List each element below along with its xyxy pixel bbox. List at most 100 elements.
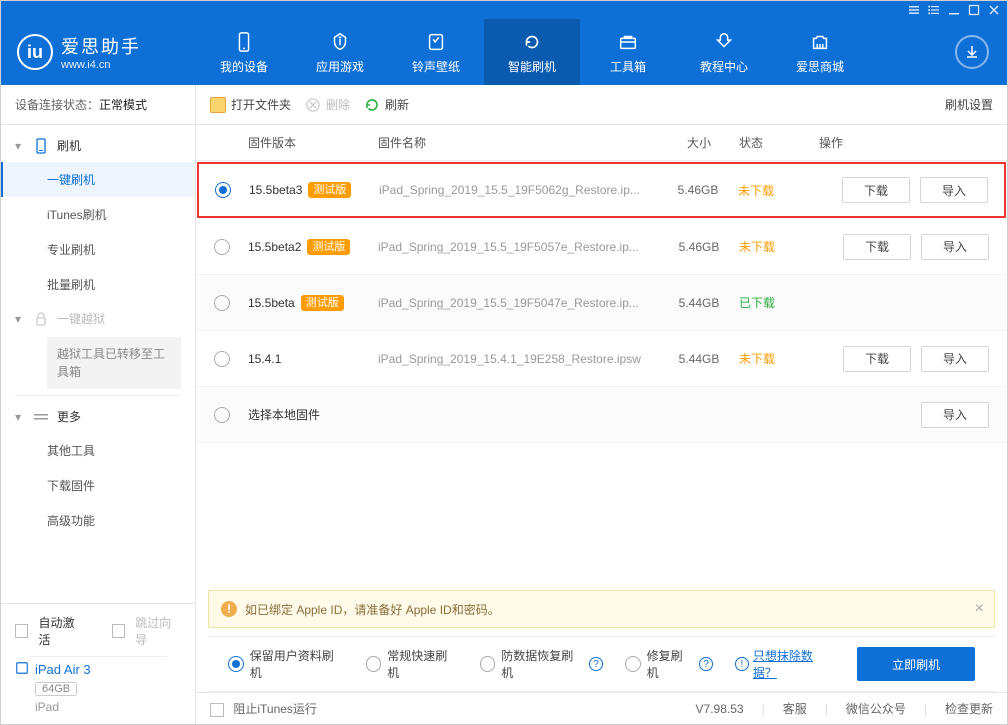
table-header: 固件版本 固件名称 大小 状态 操作 [196, 125, 1007, 161]
radio[interactable] [480, 656, 496, 672]
nav-5[interactable]: 教程中心 [676, 19, 772, 85]
folder-icon [210, 97, 226, 113]
col-status: 状态 [739, 134, 819, 151]
device-type: iPad [15, 700, 181, 714]
firmware-row[interactable]: 15.4.1iPad_Spring_2019_15.4.1_19E258_Res… [196, 331, 1007, 387]
close-notice-icon[interactable]: × [975, 600, 984, 618]
firmware-name: iPad_Spring_2019_15.5_19F5047e_Restore.i… [378, 296, 659, 310]
nav-3[interactable]: 智能刷机 [484, 19, 580, 85]
refresh-button[interactable]: 刷新 [364, 96, 409, 113]
nav-0[interactable]: 我的设备 [196, 19, 292, 85]
block-itunes-label: 阻止iTunes运行 [233, 702, 317, 716]
list-icon[interactable] [927, 3, 941, 17]
nav-1[interactable]: 应用游戏 [292, 19, 388, 85]
sidebar-item[interactable]: iTunes刷机 [1, 197, 195, 232]
flash-option[interactable]: 保留用户资料刷机 [228, 647, 344, 681]
flash-settings-button[interactable]: 刷机设置 [940, 96, 993, 113]
refresh-label: 刷新 [385, 96, 409, 113]
firmware-row[interactable]: 选择本地固件 导入 [196, 387, 1007, 443]
nav-4[interactable]: 工具箱 [580, 19, 676, 85]
import-button[interactable]: 导入 [920, 177, 988, 203]
checkbox-skip-guide[interactable] [112, 624, 125, 638]
download-button[interactable]: 下载 [842, 177, 910, 203]
flash-option[interactable]: 修复刷机? [625, 647, 713, 681]
radio[interactable] [214, 239, 230, 255]
sidebar-item[interactable]: 专业刷机 [1, 232, 195, 267]
flash-option[interactable]: 常规快速刷机 [366, 647, 458, 681]
notice-text: 如已绑定 Apple ID，请准备好 Apple ID和密码。 [245, 601, 500, 618]
sidebar-group-jailbreak: ▾ 一键越狱 [1, 302, 195, 335]
firmware-status: 未下载 [739, 238, 819, 255]
device-storage: 64GB [35, 682, 77, 696]
flash-now-button[interactable]: 立即刷机 [857, 647, 975, 681]
import-button[interactable]: 导入 [921, 402, 989, 428]
sidebar-item[interactable]: 一键刷机 [1, 162, 195, 197]
radio[interactable] [214, 407, 230, 423]
firmware-row[interactable]: 15.5beta3测试版iPad_Spring_2019_15.5_19F506… [197, 162, 1006, 218]
download-button[interactable]: 下载 [843, 234, 911, 260]
radio[interactable] [214, 295, 230, 311]
version: 15.5beta2 [248, 240, 301, 254]
beta-tag: 测试版 [301, 295, 344, 311]
flash-settings-label: 刷机设置 [945, 96, 993, 113]
device-name[interactable]: iPad Air 3 [35, 662, 91, 677]
import-button[interactable]: 导入 [921, 234, 989, 260]
device-icon [15, 661, 29, 678]
help-icon[interactable]: ? [699, 657, 713, 671]
nav-6[interactable]: 爱思商城 [772, 19, 868, 85]
status-update[interactable]: 检查更新 [945, 700, 993, 717]
flash-options-bar: 保留用户资料刷机常规快速刷机防数据恢复刷机?修复刷机? ! 只想抹除数据？ 立即… [208, 636, 995, 692]
beta-tag: 测试版 [307, 239, 350, 255]
radio[interactable] [625, 656, 641, 672]
help-icon[interactable]: ? [589, 657, 603, 671]
statusbar: 阻止iTunes运行 V7.98.53 | 客服 | 微信公众号 | 检查更新 [196, 692, 1007, 724]
block-itunes-option[interactable]: 阻止iTunes运行 [210, 700, 317, 717]
status-wechat[interactable]: 微信公众号 [846, 700, 906, 717]
apple-id-notice: ! 如已绑定 Apple ID，请准备好 Apple ID和密码。 × [208, 590, 995, 628]
sidebar-item[interactable]: 其他工具 [1, 433, 195, 468]
sidebar-item[interactable]: 下载固件 [1, 468, 195, 503]
delete-label: 删除 [326, 96, 350, 113]
firmware-status: 已下载 [739, 294, 819, 311]
firmware-row[interactable]: 15.5beta2测试版iPad_Spring_2019_15.5_19F505… [196, 219, 1007, 275]
nav-2[interactable]: 铃声壁纸 [388, 19, 484, 85]
col-version: 固件版本 [248, 134, 378, 151]
erase-data-link[interactable]: ! 只想抹除数据？ [735, 647, 835, 681]
flash-option-label: 保留用户资料刷机 [250, 647, 344, 681]
open-folder-button[interactable]: 打开文件夹 [210, 96, 291, 113]
download-manager-icon[interactable] [955, 35, 989, 69]
nav-label: 智能刷机 [508, 58, 556, 75]
radio[interactable] [366, 656, 382, 672]
erase-link-text: 只想抹除数据？ [753, 647, 835, 681]
minimize-icon[interactable] [947, 3, 961, 17]
version: 15.5beta3 [249, 183, 302, 197]
checkbox-block-itunes[interactable] [210, 703, 224, 717]
radio[interactable] [228, 656, 244, 672]
maximize-icon[interactable] [967, 3, 981, 17]
radio[interactable] [214, 351, 230, 367]
warning-icon: ! [221, 601, 237, 617]
sidebar-group-jailbreak-label: 一键越狱 [57, 310, 105, 327]
col-size: 大小 [659, 134, 739, 151]
open-folder-label: 打开文件夹 [231, 96, 291, 113]
sidebar-group-more[interactable]: ▾ 更多 [1, 400, 195, 433]
flash-option-label: 防数据恢复刷机 [501, 647, 583, 681]
firmware-status: 未下载 [739, 350, 819, 367]
sidebar-item[interactable]: 批量刷机 [1, 267, 195, 302]
sidebar-item[interactable]: 高级功能 [1, 503, 195, 538]
chevron-down-icon: ▾ [15, 312, 25, 326]
menu-icon[interactable] [907, 3, 921, 17]
firmware-status: 未下载 [738, 182, 818, 199]
close-icon[interactable] [987, 3, 1001, 17]
more-icon [33, 409, 49, 425]
local-firmware-label: 选择本地固件 [248, 406, 320, 423]
firmware-row[interactable]: 15.5beta测试版iPad_Spring_2019_15.5_19F5047… [196, 275, 1007, 331]
status-service[interactable]: 客服 [783, 700, 807, 717]
checkbox-auto-activate[interactable] [15, 624, 28, 638]
flash-option[interactable]: 防数据恢复刷机? [480, 647, 603, 681]
import-button[interactable]: 导入 [921, 346, 989, 372]
sidebar-group-flash[interactable]: ▾ 刷机 [1, 129, 195, 162]
radio[interactable] [215, 182, 231, 198]
firmware-size: 5.46GB [659, 240, 739, 254]
download-button[interactable]: 下载 [843, 346, 911, 372]
